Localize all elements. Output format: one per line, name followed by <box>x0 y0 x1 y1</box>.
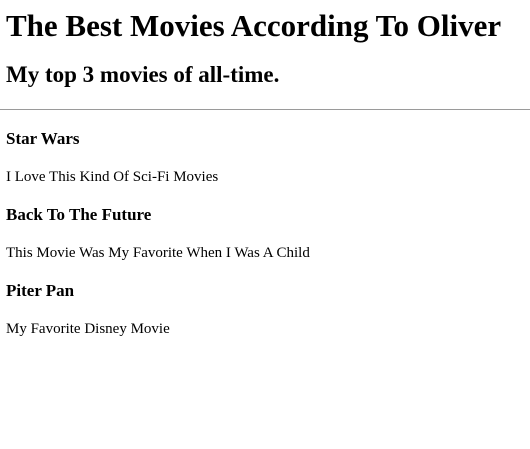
movie-title: Piter Pan <box>6 281 75 300</box>
movie-description: I Love This Kind Of Sci-Fi Movies <box>6 169 219 185</box>
movie-title: Star Wars <box>6 129 80 148</box>
divider <box>0 109 530 110</box>
page-title: The Best Movies According To Oliver <box>6 8 502 43</box>
movie-item: Star Wars I Love This Kind Of Sci-Fi Mov… <box>6 129 530 186</box>
movie-description: This Movie Was My Favorite When I Was A … <box>6 245 310 261</box>
movie-item: Back To The Future This Movie Was My Fav… <box>6 205 530 262</box>
movie-item: Piter Pan My Favorite Disney Movie <box>6 281 530 338</box>
page-content: The Best Movies According To Oliver My t… <box>0 8 530 338</box>
movie-list: Star Wars I Love This Kind Of Sci-Fi Mov… <box>6 129 530 338</box>
movie-title: Back To The Future <box>6 205 152 224</box>
movie-description: My Favorite Disney Movie <box>6 321 170 337</box>
page-subtitle: My top 3 movies of all-time. <box>6 62 280 87</box>
